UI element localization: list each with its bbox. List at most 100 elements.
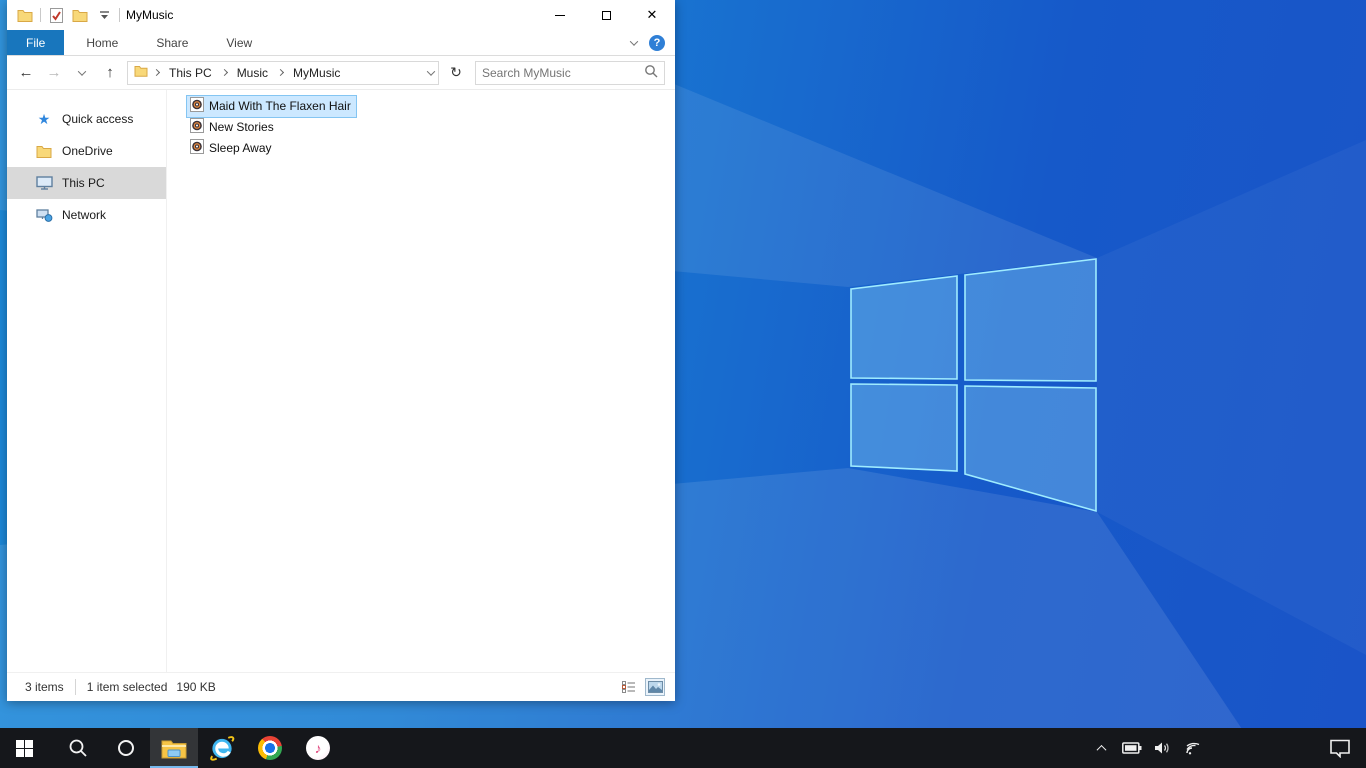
maximize-button[interactable] bbox=[583, 0, 629, 30]
taskbar-search-button[interactable] bbox=[54, 728, 102, 768]
volume-tray-button[interactable] bbox=[1151, 728, 1175, 768]
qat-separator bbox=[119, 8, 120, 22]
properties-icon[interactable] bbox=[47, 6, 65, 24]
address-dropdown-chevron-icon[interactable] bbox=[426, 66, 436, 76]
windows-start-icon bbox=[15, 739, 33, 757]
details-view-button[interactable] bbox=[619, 678, 639, 696]
onedrive-icon bbox=[35, 145, 53, 158]
quick-access-toolbar bbox=[7, 6, 120, 24]
address-bar-row: ← → ↑ This PC Music MyMusic ↻ bbox=[7, 56, 675, 90]
chevron-up-icon bbox=[1096, 744, 1106, 755]
minimize-button[interactable] bbox=[537, 0, 583, 30]
file-item[interactable]: Sleep Away bbox=[186, 138, 675, 159]
expand-ribbon-chevron-icon[interactable] bbox=[629, 36, 639, 46]
up-button[interactable]: ↑ bbox=[99, 62, 121, 84]
music-file-icon bbox=[190, 97, 204, 115]
item-count: 3 items bbox=[25, 680, 64, 694]
battery-tray-button[interactable] bbox=[1120, 728, 1144, 768]
window-title: MyMusic bbox=[126, 8, 174, 22]
music-file-icon bbox=[190, 118, 204, 136]
new-folder-icon[interactable] bbox=[71, 6, 89, 24]
show-hidden-icons-button[interactable] bbox=[1089, 728, 1113, 768]
music-note-glyph: ♪ bbox=[314, 740, 322, 756]
music-file-icon bbox=[190, 139, 204, 157]
sidebar-item-label: Quick access bbox=[62, 112, 134, 126]
file-name: Maid With The Flaxen Hair bbox=[209, 99, 351, 113]
breadcrumb-separator-icon bbox=[276, 68, 285, 77]
search-icon[interactable] bbox=[644, 64, 658, 81]
refresh-button[interactable]: ↻ bbox=[445, 61, 467, 85]
sidebar-item-network[interactable]: Network bbox=[7, 199, 166, 231]
help-icon[interactable]: ? bbox=[649, 34, 665, 51]
action-center-icon bbox=[1330, 739, 1350, 758]
chrome-icon bbox=[258, 736, 282, 760]
breadcrumb-separator-icon bbox=[152, 68, 161, 77]
sidebar-item-quick-access[interactable]: ★ Quick access bbox=[7, 103, 166, 135]
this-pc-monitor-icon bbox=[35, 176, 53, 190]
sidebar-item-onedrive[interactable]: OneDrive bbox=[7, 135, 166, 167]
wifi-icon bbox=[1186, 742, 1200, 755]
taskbar-chrome-button[interactable] bbox=[246, 728, 294, 768]
forward-button[interactable]: → bbox=[43, 62, 65, 84]
itunes-icon: ♪ bbox=[306, 736, 330, 760]
close-button[interactable]: ✕ bbox=[629, 0, 675, 30]
sidebar-item-label: Network bbox=[62, 208, 107, 222]
back-button[interactable]: ← bbox=[15, 62, 37, 84]
speaker-icon bbox=[1155, 742, 1169, 754]
tab-home[interactable]: Home bbox=[70, 30, 134, 55]
search-icon bbox=[69, 739, 87, 757]
selection-count: 1 item selected bbox=[86, 680, 168, 694]
file-item[interactable]: Maid With The Flaxen Hair bbox=[186, 95, 675, 118]
selection-size: 190 KB bbox=[176, 680, 216, 694]
taskbar-file-explorer-button[interactable] bbox=[150, 728, 198, 768]
file-item[interactable]: New Stories bbox=[186, 117, 675, 138]
navigation-pane: ★ Quick access OneDrive This PC Network bbox=[7, 90, 167, 672]
explorer-window-icon bbox=[16, 6, 34, 24]
qat-separator bbox=[40, 8, 41, 22]
sidebar-item-label: This PC bbox=[62, 176, 105, 190]
address-folder-icon bbox=[134, 65, 148, 80]
sidebar-item-this-pc[interactable]: This PC bbox=[7, 167, 166, 199]
taskbar: ♪ bbox=[0, 728, 1366, 768]
minimize-icon bbox=[555, 14, 565, 16]
large-icons-view-button[interactable] bbox=[645, 678, 665, 696]
taskbar-internet-explorer-button[interactable] bbox=[198, 728, 246, 768]
action-center-button[interactable] bbox=[1328, 728, 1352, 768]
tab-share[interactable]: Share bbox=[140, 30, 204, 55]
breadcrumb-music[interactable]: Music bbox=[233, 66, 272, 80]
customize-quick-access-toolbar-icon[interactable] bbox=[95, 6, 113, 24]
status-separator bbox=[74, 679, 76, 695]
tab-file[interactable]: File bbox=[7, 30, 65, 55]
sidebar-item-label: OneDrive bbox=[62, 144, 113, 158]
close-icon: ✕ bbox=[646, 7, 658, 22]
start-button[interactable] bbox=[0, 728, 48, 768]
file-name: Sleep Away bbox=[209, 141, 272, 155]
breadcrumb-this-pc[interactable]: This PC bbox=[165, 66, 216, 80]
breadcrumb-mymusic[interactable]: MyMusic bbox=[289, 66, 344, 80]
status-bar: 3 items 1 item selected 190 KB bbox=[7, 672, 675, 701]
ribbon-right-controls: ? bbox=[629, 30, 675, 55]
recent-locations-chevron-icon[interactable] bbox=[71, 62, 93, 84]
file-list: Maid With The Flaxen Hair New Stories Sl… bbox=[167, 90, 675, 672]
breadcrumb-separator-icon bbox=[220, 68, 228, 77]
system-tray bbox=[1089, 728, 1366, 768]
window-caption-buttons: ✕ bbox=[537, 0, 675, 30]
network-tray-button[interactable] bbox=[1182, 728, 1206, 768]
tab-view[interactable]: View bbox=[210, 30, 268, 55]
network-icon bbox=[35, 208, 53, 222]
file-explorer-icon bbox=[161, 740, 187, 758]
maximize-icon bbox=[601, 10, 611, 20]
explorer-body: ★ Quick access OneDrive This PC Network bbox=[7, 90, 675, 672]
view-switcher bbox=[619, 678, 665, 696]
internet-explorer-icon bbox=[209, 735, 235, 761]
cortana-button[interactable] bbox=[102, 728, 150, 768]
taskbar-itunes-button[interactable]: ♪ bbox=[294, 728, 342, 768]
file-explorer-window: MyMusic ✕ File Home Share View ? ← → ↑ T… bbox=[7, 0, 675, 701]
search-box bbox=[475, 60, 665, 85]
ribbon-tab-bar: File Home Share View ? bbox=[7, 30, 675, 56]
address-bar[interactable]: This PC Music MyMusic bbox=[127, 60, 439, 85]
title-bar: MyMusic ✕ bbox=[7, 0, 675, 30]
search-input[interactable] bbox=[482, 65, 644, 80]
quick-access-star-icon: ★ bbox=[37, 111, 51, 127]
file-name: New Stories bbox=[209, 120, 274, 134]
